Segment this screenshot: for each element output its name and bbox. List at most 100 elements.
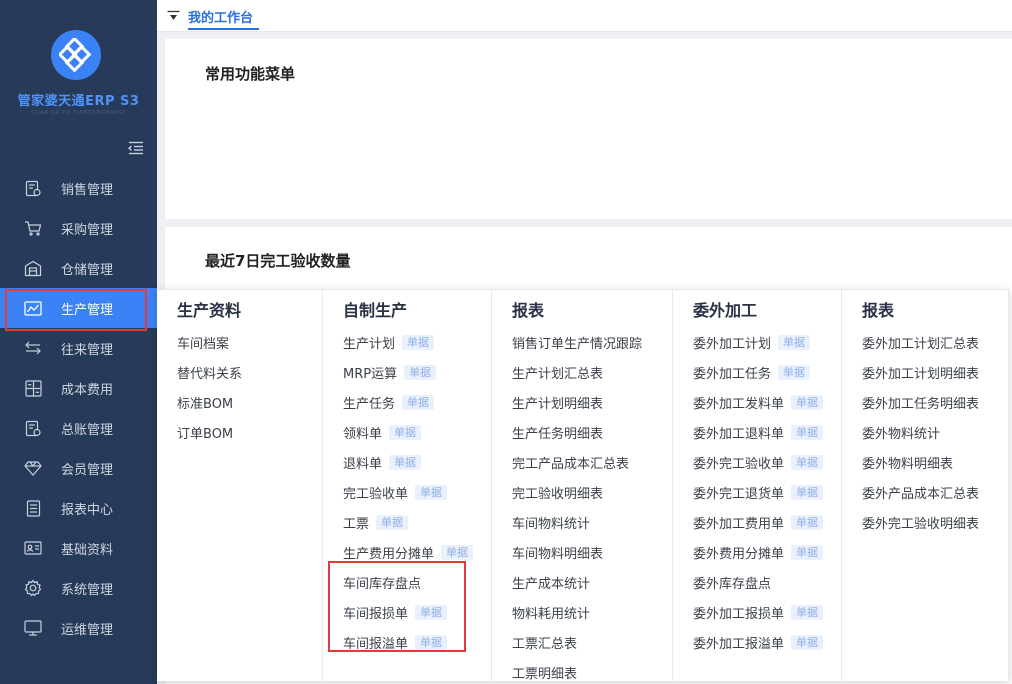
column-items: 车间档案 替代料关系 标准BOM 订单BOM — [177, 327, 242, 447]
sidebar-item-ledger[interactable]: 总账管理 — [0, 408, 157, 448]
submenu-item[interactable]: 生产任务明细表 — [512, 417, 642, 447]
submenu-item-label: 生产计划 — [343, 336, 396, 352]
submenu-item[interactable]: 委外完工验收单 单据 — [693, 447, 824, 477]
submenu-item[interactable]: 生产计划 单据 — [343, 327, 473, 357]
sidebar-item-warehouse[interactable]: 仓储管理 — [0, 248, 157, 288]
sidebar-item-label: 销售管理 — [61, 182, 114, 198]
sidebar-item-basic-data[interactable]: 基础资料 — [0, 528, 157, 568]
submenu-item[interactable]: 车间物料统计 — [512, 507, 642, 537]
submenu-item[interactable]: 生产任务 单据 — [343, 387, 473, 417]
document-badge: 单据 — [791, 454, 824, 470]
submenu-item-label: 生产成本统计 — [512, 576, 591, 592]
column-title: 自制生产 — [343, 301, 408, 320]
submenu-item[interactable]: 委外加工报溢单 单据 — [693, 627, 824, 657]
submenu-item-label: 生产计划汇总表 — [512, 366, 604, 382]
submenu-item[interactable]: 工票明细表 — [512, 657, 642, 684]
submenu-item[interactable]: 车间库存盘点 — [343, 567, 473, 597]
submenu-item[interactable]: 委外加工任务 单据 — [693, 357, 823, 387]
submenu-item[interactable]: 委外加工发料单 单据 — [693, 387, 824, 417]
sidebar-item-member[interactable]: 会员管理 — [0, 448, 157, 488]
submenu-item[interactable]: 委外加工报损单 单据 — [693, 597, 824, 627]
sidebar-item-label: 会员管理 — [61, 462, 114, 478]
sidebar-item-exchange[interactable]: 往来管理 — [0, 328, 157, 368]
submenu-column-production-data: 生产资料 车间档案 替代料关系 标准BOM 订单BOM — [157, 290, 323, 682]
document-badge: 单据 — [404, 364, 437, 380]
submenu-item[interactable]: 委外物料明细表 — [862, 447, 979, 477]
submenu-item-label: 委外完工验收单 — [693, 456, 785, 472]
document-badge: 单据 — [376, 514, 409, 530]
submenu-item-label: 委外加工报损单 — [693, 606, 785, 622]
submenu-item[interactable]: 标准BOM — [177, 387, 242, 417]
sidebar-item-label: 报表中心 — [61, 502, 114, 518]
sidebar-item-ops[interactable]: 运维管理 — [0, 608, 157, 648]
logo-icon — [59, 38, 92, 72]
submenu-item-label: 退料单 — [343, 456, 383, 472]
submenu-item[interactable]: 替代料关系 — [177, 357, 242, 387]
column-items: 委外加工计划汇总表 委外加工计划明细表 委外加工任务明细表 委外物料统计 委外物… — [862, 327, 979, 537]
warehouse-icon — [24, 259, 42, 277]
sidebar-item-label: 运维管理 — [61, 622, 114, 638]
submenu-item-label: 委外加工计划汇总表 — [862, 336, 980, 352]
submenu-item[interactable]: MRP运算 单据 — [343, 357, 473, 387]
submenu-column-self-production: 自制生产 生产计划 单据 MRP运算 单据 生产任务 单据 领料单 单据 退料单 单据 完… — [323, 290, 492, 682]
submenu-item[interactable]: 车间档案 — [177, 327, 242, 357]
sidebar-item-label: 总账管理 — [61, 422, 114, 438]
submenu-item[interactable]: 委外产品成本汇总表 — [862, 477, 979, 507]
tab-workbench[interactable]: 我的工作台 — [188, 7, 253, 26]
submenu-item[interactable]: 车间报损单 单据 — [343, 597, 473, 627]
submenu-item[interactable]: 委外完工退货单 单据 — [693, 477, 824, 507]
submenu-item[interactable]: 物料耗用统计 — [512, 597, 642, 627]
sidebar-item-production[interactable]: 生产管理 — [0, 288, 157, 331]
submenu-item[interactable]: 销售订单生产情况跟踪 — [512, 327, 642, 357]
brand-subtitle: GUAN JIA PO TIANTONGERPS3 — [30, 110, 127, 116]
submenu-item-label: 委外完工验收明细表 — [862, 516, 980, 532]
column-title: 报表 — [862, 301, 895, 320]
sidebar-item-system[interactable]: 系统管理 — [0, 568, 157, 608]
submenu-item[interactable]: 委外加工计划汇总表 — [862, 327, 979, 357]
submenu-item[interactable]: 工票 单据 — [343, 507, 473, 537]
document-badge: 单据 — [778, 334, 811, 350]
collapse-menu-icon[interactable] — [127, 141, 144, 155]
submenu-item[interactable]: 领料单 单据 — [343, 417, 473, 447]
submenu-item[interactable]: 完工验收单 单据 — [343, 477, 473, 507]
submenu-item[interactable]: 订单BOM — [177, 417, 242, 447]
submenu-item[interactable]: 委外加工计划 单据 — [693, 327, 823, 357]
submenu-item-label: 销售订单生产情况跟踪 — [512, 336, 643, 352]
submenu-item[interactable]: 委外费用分摊单 单据 — [693, 537, 824, 567]
submenu-item[interactable]: 委外库存盘点 — [693, 567, 823, 597]
submenu-item-label: 委外加工退料单 — [693, 426, 785, 442]
submenu-item[interactable]: 退料单 单据 — [343, 447, 473, 477]
sidebar-item-sales[interactable]: 销售管理 — [0, 168, 157, 208]
submenu-item[interactable]: 委外物料统计 — [862, 417, 979, 447]
submenu-item[interactable]: 委外加工费用单 单据 — [693, 507, 824, 537]
document-badge: 单据 — [415, 484, 448, 500]
submenu-item-label: 完工验收单 — [343, 486, 409, 502]
submenu-item-label: 生产任务 — [343, 396, 396, 412]
submenu-item[interactable]: 生产计划明细表 — [512, 387, 642, 417]
submenu-item[interactable]: 车间物料明细表 — [512, 537, 642, 567]
submenu-item[interactable]: 完工验收明细表 — [512, 477, 642, 507]
submenu-item[interactable]: 生产费用分摊单 单据 — [343, 537, 474, 567]
sidebar-item-report[interactable]: 报表中心 — [0, 488, 157, 528]
submenu-item[interactable]: 委外加工任务明细表 — [862, 387, 979, 417]
sales-doc-icon — [24, 179, 42, 197]
recent-acceptance-title: 最近7日完工验收数量 — [205, 252, 351, 270]
calculator-icon — [24, 379, 42, 397]
submenu-item[interactable]: 委外加工计划明细表 — [862, 357, 979, 387]
sidebar-item-label: 系统管理 — [61, 582, 114, 598]
cart-icon — [24, 219, 42, 237]
submenu-item[interactable]: 生产计划汇总表 — [512, 357, 642, 387]
document-badge: 单据 — [441, 544, 474, 560]
sidebar-item-purchase[interactable]: 采购管理 — [0, 208, 157, 248]
column-items: 销售订单生产情况跟踪 生产计划汇总表 生产计划明细表 生产任务明细表 完工产品成… — [512, 327, 642, 684]
submenu-item[interactable]: 生产成本统计 — [512, 567, 642, 597]
submenu-item[interactable]: 委外加工退料单 单据 — [693, 417, 824, 447]
submenu-item[interactable]: 委外完工验收明细表 — [862, 507, 979, 537]
tab-menu-icon[interactable] — [167, 10, 180, 22]
submenu-item[interactable]: 工票汇总表 — [512, 627, 642, 657]
submenu-item-label: 工票 — [343, 516, 370, 532]
submenu-item[interactable]: 车间报溢单 单据 — [343, 627, 473, 657]
submenu-item[interactable]: 完工产品成本汇总表 — [512, 447, 642, 477]
exchange-icon — [24, 339, 42, 357]
sidebar-item-cost[interactable]: 成本费用 — [0, 368, 157, 408]
